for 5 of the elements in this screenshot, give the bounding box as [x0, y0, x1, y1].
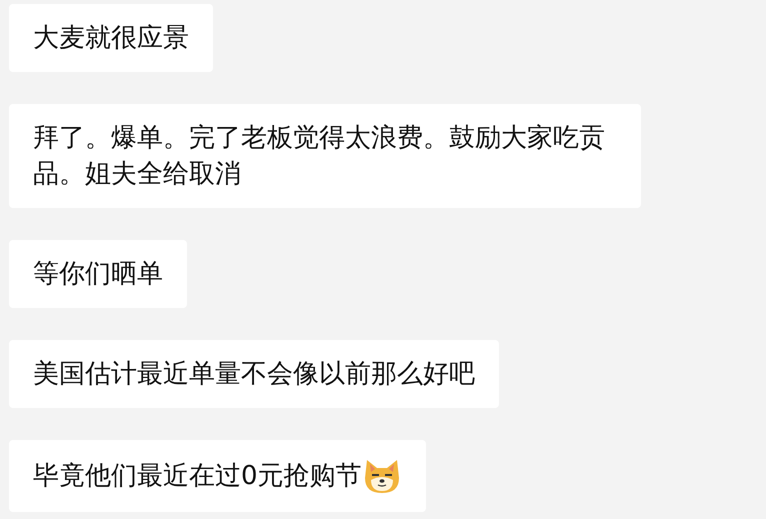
message-text: 等你们晒单	[33, 258, 163, 291]
message-text: 美国估计最近单量不会像以前那么好吧	[33, 358, 475, 391]
message-text: 拜了。爆单。完了老板觉得太浪费。鼓励大家吃贡品。姐夫全给取消	[33, 122, 606, 191]
message-text: 大麦就很应景	[33, 22, 189, 55]
message-text: 毕竟他们最近在过0元抢购节	[33, 460, 362, 493]
